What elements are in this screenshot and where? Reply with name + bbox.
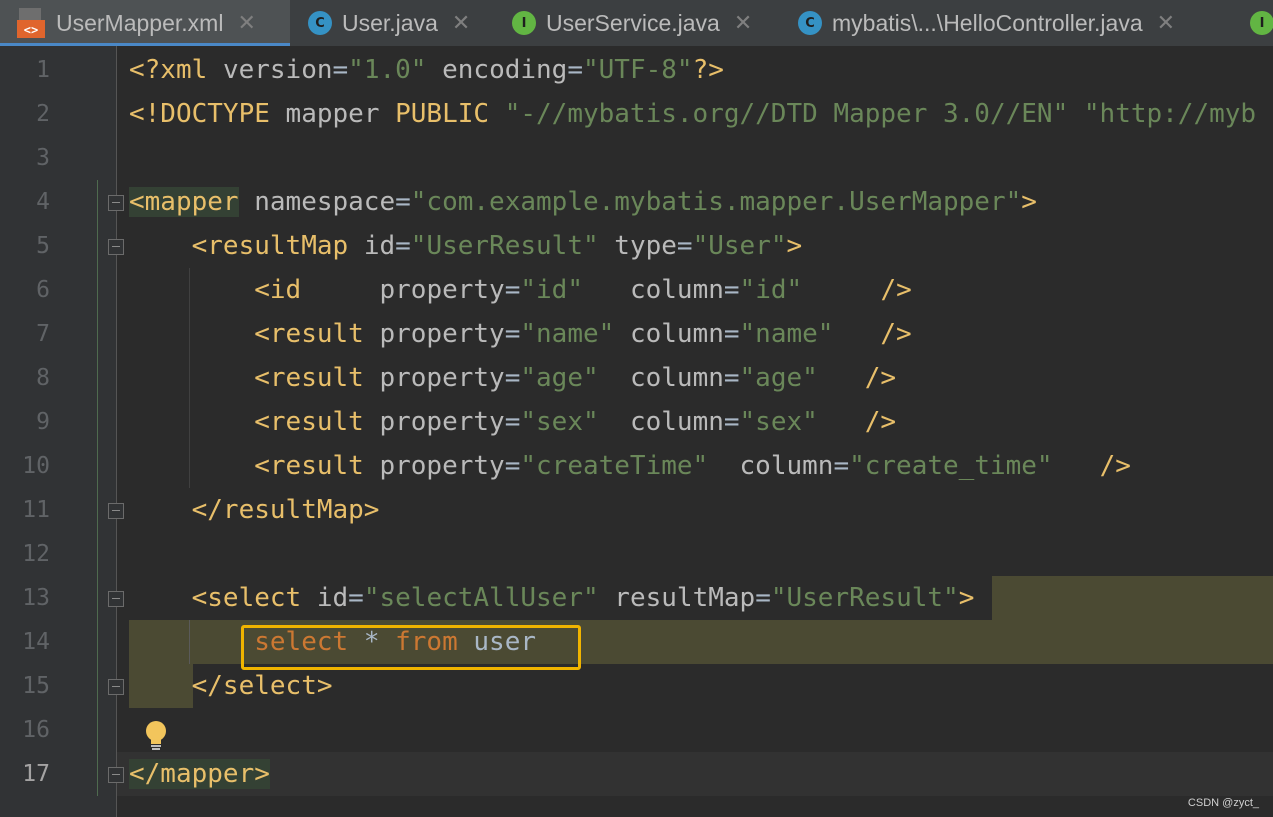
- class-icon: C: [798, 11, 822, 35]
- code-text[interactable]: <result property="createTime" column="cr…: [129, 444, 1131, 488]
- close-icon[interactable]: ✕: [1157, 10, 1175, 36]
- line-number: 5: [36, 233, 50, 259]
- code-line: 10 <result property="createTime" column=…: [0, 444, 1273, 488]
- tab-label: UserService.java: [546, 9, 720, 36]
- close-icon[interactable]: ✕: [452, 10, 470, 36]
- svg-text:<>: <>: [24, 23, 38, 37]
- code-line: 17 </mapper>: [0, 752, 1273, 796]
- line-number: 2: [36, 101, 50, 127]
- interface-icon: I: [512, 11, 536, 35]
- close-icon[interactable]: ✕: [237, 10, 255, 36]
- line-number: 4: [36, 189, 50, 215]
- tab-label: User.java: [342, 9, 438, 36]
- code-text[interactable]: </resultMap>: [129, 488, 380, 532]
- xml-file-icon: <>: [16, 6, 46, 40]
- line-number: 14: [22, 629, 50, 655]
- close-icon[interactable]: ✕: [734, 10, 752, 36]
- tab-label: UserMapper.xml: [56, 9, 224, 36]
- code-text[interactable]: <id property="id" column="id" />: [129, 268, 912, 312]
- code-line: 7 <result property="name" column="name" …: [0, 312, 1273, 356]
- line-number: 11: [22, 497, 50, 523]
- code-line: 5 <resultMap id="UserResult" type="User"…: [0, 224, 1273, 268]
- code-text[interactable]: <mapper namespace="com.example.mybatis.m…: [129, 180, 1037, 224]
- code-line: 16: [0, 708, 1273, 752]
- sql-highlight-box: [241, 625, 581, 670]
- line-number: 3: [36, 145, 50, 171]
- code-text[interactable]: <resultMap id="UserResult" type="User">: [129, 224, 803, 268]
- code-line: 13 <select id="selectAllUser" resultMap=…: [0, 576, 1273, 620]
- watermark: CSDN @zyct_: [1187, 797, 1259, 809]
- code-text[interactable]: <select id="selectAllUser" resultMap="Us…: [129, 576, 975, 620]
- line-number: 6: [36, 277, 50, 303]
- tab-hellocontroller-java[interactable]: C mybatis\...\HelloController.java ✕: [780, 0, 1240, 46]
- line-number: 1: [36, 57, 50, 83]
- code-line: 12: [0, 532, 1273, 576]
- code-text[interactable]: </select>: [129, 664, 333, 708]
- code-text[interactable]: <?xml version="1.0" encoding="UTF-8"?>: [129, 48, 724, 92]
- line-number: 10: [22, 453, 50, 479]
- code-line: 1 <?xml version="1.0" encoding="UTF-8"?>: [0, 48, 1273, 92]
- code-line: 3: [0, 136, 1273, 180]
- code-text[interactable]: <result property="name" column="name" />: [129, 312, 911, 356]
- line-number: 7: [36, 321, 50, 347]
- code-text[interactable]: <result property="age" column="age" />: [129, 356, 896, 400]
- line-number: 13: [22, 585, 50, 611]
- code-line: 14 select * from user: [0, 620, 1273, 664]
- class-icon: C: [308, 11, 332, 35]
- tab-label: mybatis\...\HelloController.java: [832, 9, 1143, 36]
- line-number: 12: [22, 541, 50, 567]
- code-line: 2 <!DOCTYPE mapper PUBLIC "-//mybatis.or…: [0, 92, 1273, 136]
- code-line: 8 <result property="age" column="age" />: [0, 356, 1273, 400]
- tab-userservice-java[interactable]: I UserService.java ✕: [490, 0, 780, 46]
- tab-user-java[interactable]: C User.java ✕: [290, 0, 490, 46]
- code-text[interactable]: <result property="sex" column="sex" />: [129, 400, 896, 444]
- code-line: 11 </resultMap>: [0, 488, 1273, 532]
- interface-icon: I: [1250, 11, 1273, 35]
- code-text[interactable]: <!DOCTYPE mapper PUBLIC "-//mybatis.org/…: [129, 92, 1256, 136]
- tab-usermapper-xml[interactable]: <> UserMapper.xml ✕: [0, 0, 290, 46]
- line-number: 9: [36, 409, 50, 435]
- line-number: 16: [22, 717, 50, 743]
- lightbulb-icon[interactable]: [143, 720, 169, 752]
- line-number: 8: [36, 365, 50, 391]
- code-line: 4 <mapper namespace="com.example.mybatis…: [0, 180, 1273, 224]
- tab-overflow[interactable]: I: [1240, 0, 1273, 46]
- code-text[interactable]: </mapper>: [129, 752, 270, 796]
- code-line: 15 </select>: [0, 664, 1273, 708]
- editor-tab-bar: <> UserMapper.xml ✕ C User.java ✕ I User…: [0, 0, 1273, 46]
- code-line: 6 <id property="id" column="id" />: [0, 268, 1273, 312]
- line-number: 17: [22, 761, 50, 787]
- code-line: 9 <result property="sex" column="sex" />: [0, 400, 1273, 444]
- line-number: 15: [22, 673, 50, 699]
